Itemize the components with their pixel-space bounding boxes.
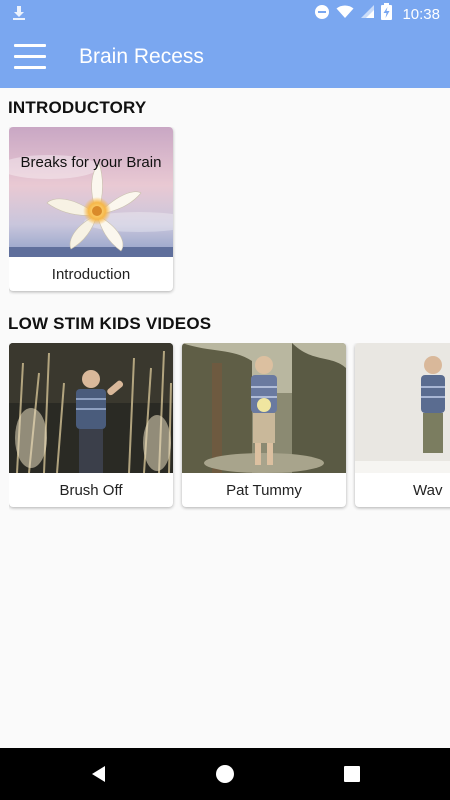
recents-icon[interactable] xyxy=(342,764,362,784)
home-icon[interactable] xyxy=(215,764,235,784)
download-icon xyxy=(12,5,26,26)
dnd-icon xyxy=(314,4,330,25)
wifi-icon xyxy=(336,4,354,24)
app-bar: Brain Recess xyxy=(0,28,450,88)
hamburger-menu-icon[interactable] xyxy=(14,44,48,72)
system-nav-bar xyxy=(0,748,450,800)
section-row-low-stim-kids-videos: Brush Off Pat Tummy Wav xyxy=(9,343,450,513)
section-title-introductory: INTRODUCTORY xyxy=(8,98,147,117)
video-thumbnail xyxy=(9,343,173,473)
section-row-introductory: Breaks for your Brain Introduction xyxy=(9,127,450,297)
status-bar: 10:38 xyxy=(0,0,450,28)
app-title: Brain Recess xyxy=(79,45,204,68)
video-thumbnail xyxy=(355,343,450,473)
video-card-brush-off[interactable]: Brush Off xyxy=(9,343,173,507)
section-title-low-stim-kids-videos: LOW STIM KIDS VIDEOS xyxy=(8,314,212,333)
video-card-introduction[interactable]: Breaks for your Brain Introduction xyxy=(9,127,173,291)
video-thumbnail xyxy=(182,343,346,473)
back-icon[interactable] xyxy=(89,764,109,784)
signal-icon xyxy=(360,4,375,24)
video-card-label: Brush Off xyxy=(59,482,123,499)
video-card-pat-tummy[interactable]: Pat Tummy xyxy=(182,343,346,507)
thumbnail-caption: Breaks for your Brain xyxy=(20,154,162,171)
video-card-label: Wav xyxy=(413,482,443,499)
battery-charging-icon xyxy=(381,3,393,25)
video-card-label: Pat Tummy xyxy=(226,482,302,499)
video-card-label: Introduction xyxy=(51,266,131,283)
video-thumbnail xyxy=(9,127,173,257)
status-time: 10:38 xyxy=(402,5,440,23)
video-card-wave[interactable]: Wav xyxy=(355,343,450,507)
